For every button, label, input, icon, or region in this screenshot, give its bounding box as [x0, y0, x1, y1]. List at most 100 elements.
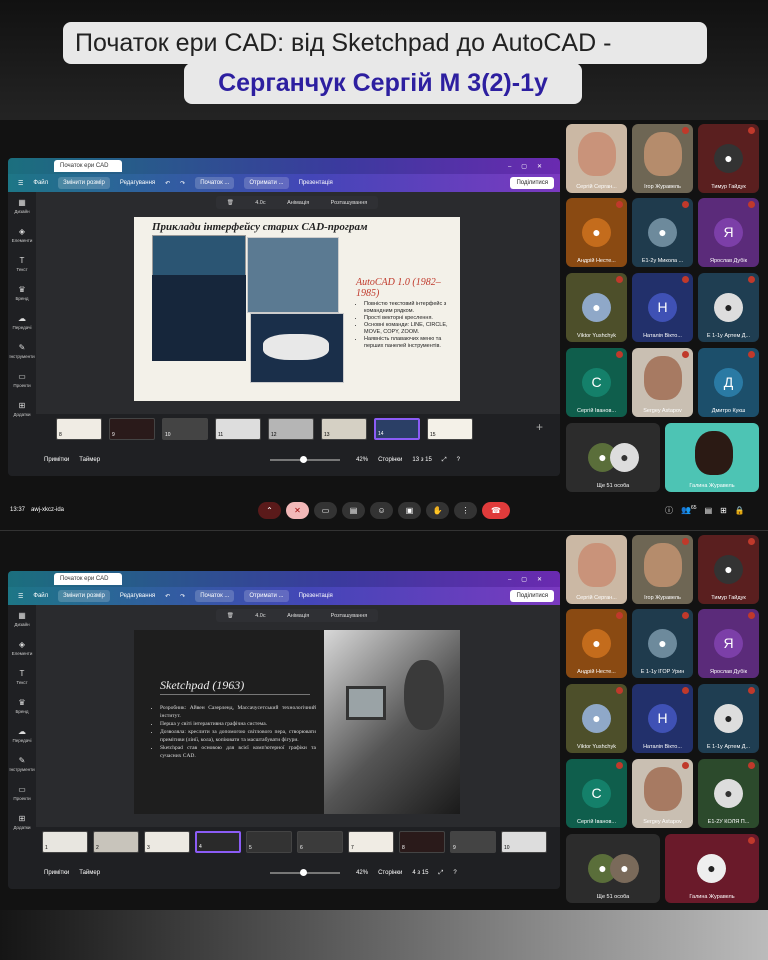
participant-tile[interactable]: Д Дмитро Кукш	[698, 348, 759, 417]
people-icon[interactable]: 👥65	[681, 505, 697, 515]
present-button[interactable]: Презентація	[299, 180, 333, 186]
resize-button[interactable]: Змінити розмір	[58, 590, 110, 602]
window-controls[interactable]: –▢✕	[508, 576, 552, 583]
menu-icon[interactable]: ☰	[18, 593, 23, 600]
participant-tile[interactable]: ● Андрій Несте...	[566, 198, 627, 267]
participant-tile[interactable]: ● Viktor Yushchyk	[566, 273, 627, 342]
participant-tile[interactable]: С Сергій Іванов...	[566, 348, 627, 417]
lock-icon[interactable]: 🔒	[735, 506, 745, 515]
timer-button[interactable]: Таймер	[79, 457, 100, 463]
editor-canvas[interactable]: 🗑 4.0с Анімація Розташування Sketchpad (…	[36, 605, 560, 827]
participant-tile[interactable]: ● Е 1-1у Артем Д...	[698, 684, 759, 753]
edit-menu[interactable]: Редагування	[120, 593, 155, 599]
participant-tile[interactable]: ● Тимур Гайдук	[698, 124, 759, 193]
participant-tile[interactable]: ● Е1-2У КОЛЯ П...	[698, 759, 759, 828]
sidebar-item-tools[interactable]: ✎ Інструменти	[8, 750, 36, 779]
thumbnail[interactable]: 9	[109, 418, 155, 440]
thumbnail[interactable]: 7	[348, 831, 394, 853]
duration[interactable]: 4.0с	[255, 613, 265, 619]
slide[interactable]: Sketchpad (1963) Розробник: Айвен Сазерл…	[134, 630, 460, 814]
trash-icon[interactable]: 🗑	[227, 200, 234, 206]
thumbnail[interactable]: 10	[162, 418, 208, 440]
thumbnail[interactable]: 9	[450, 831, 496, 853]
present-button[interactable]: Презентація	[299, 593, 333, 599]
edit-menu[interactable]: Редагування	[120, 180, 155, 186]
thumbnail[interactable]: 13	[321, 418, 367, 440]
participant-tile[interactable]: Я Ярослав Дубік	[698, 609, 759, 678]
participant-tile[interactable]: Н Наталія Вікто...	[632, 273, 693, 342]
sidebar-item-design[interactable]: ▦ Дизайн	[8, 605, 36, 634]
get-pro-button[interactable]: Отримати ...	[244, 590, 289, 602]
sidebar-item-text[interactable]: T Текст	[8, 250, 36, 279]
participant-tile[interactable]: Н Наталія Вікто...	[632, 684, 693, 753]
participant-tile[interactable]: ● Viktor Yushchyk	[566, 684, 627, 753]
thumbnail[interactable]: 3	[144, 831, 190, 853]
browser-tab[interactable]: Початок ери CAD	[54, 160, 122, 172]
zoom-slider[interactable]	[270, 869, 341, 876]
browser-tab[interactable]: Початок ери CAD	[54, 573, 122, 585]
redo-icon[interactable]: ↷	[180, 180, 185, 187]
file-menu[interactable]: Файл	[33, 180, 48, 186]
thumbnail[interactable]: 8	[399, 831, 445, 853]
thumbnail[interactable]: 12	[268, 418, 314, 440]
help-icon[interactable]: ?	[457, 457, 460, 463]
sidebar-item-elements[interactable]: ◈ Елементи	[8, 221, 36, 250]
fullscreen-icon[interactable]: ⤢	[442, 457, 447, 464]
zoom-handle[interactable]	[300, 869, 308, 876]
more-icon[interactable]: ⋮	[454, 501, 478, 519]
sidebar-item-projects[interactable]: ▭ Проекти	[8, 779, 36, 808]
thumbnail-active[interactable]: 4	[195, 831, 241, 853]
more-participants-tile[interactable]: ● ● Ще 51 особа	[566, 834, 660, 903]
share-button[interactable]: Поділитися	[510, 590, 554, 602]
thumbnail[interactable]: 2	[93, 831, 139, 853]
sidebar-item-uploads[interactable]: ☁ Передачі	[8, 721, 36, 750]
activities-icon[interactable]: ⊞	[720, 506, 727, 515]
doc-title[interactable]: Початок ...	[195, 177, 235, 189]
share-button[interactable]: Поділитися	[510, 177, 554, 189]
slide[interactable]: Приклади інтерфейсу старих CAD-програм A…	[134, 217, 460, 401]
sidebar-item-brand[interactable]: ♛ Бренд	[8, 692, 36, 721]
thumbnail-active[interactable]: 14	[374, 418, 420, 440]
sidebar-item-text[interactable]: T Текст	[8, 663, 36, 692]
participant-tile[interactable]: ● Андрій Несте...	[566, 609, 627, 678]
pages-button[interactable]: Сторінки	[378, 870, 402, 876]
position-button[interactable]: Розташування	[331, 200, 368, 206]
hand-icon[interactable]: ✋	[426, 501, 450, 519]
participant-tile[interactable]: Галина Журавель	[665, 423, 759, 492]
participant-tile[interactable]: Sergey Astapov	[632, 348, 693, 417]
resize-button[interactable]: Змінити розмір	[58, 177, 110, 189]
duration[interactable]: 4.0с	[255, 200, 265, 206]
mic-off-icon[interactable]: ✕	[286, 501, 310, 519]
notes-button[interactable]: Примітки	[44, 457, 69, 463]
notes-button[interactable]: Примітки	[44, 870, 69, 876]
participant-tile[interactable]: ● Е 1-1у ІГОР Урин	[632, 609, 693, 678]
timer-button[interactable]: Таймер	[79, 870, 100, 876]
thumbnail[interactable]: 6	[297, 831, 343, 853]
sidebar-item-elements[interactable]: ◈ Елементи	[8, 634, 36, 663]
undo-icon[interactable]: ↶	[165, 593, 170, 600]
participant-tile[interactable]: Ігор Журавель	[632, 535, 693, 604]
thumbnail[interactable]: 11	[215, 418, 261, 440]
participant-tile[interactable]: Сергій Серган...	[566, 124, 627, 193]
participant-tile[interactable]: ● Е1-2у Микола ...	[632, 198, 693, 267]
thumbnail[interactable]: 5	[246, 831, 292, 853]
zoom-handle[interactable]	[300, 456, 308, 463]
editor-canvas[interactable]: 🗑 4.0с Анімація Розташування Приклади ін…	[36, 192, 560, 414]
sidebar-item-apps[interactable]: ⊞ Додатки	[8, 808, 36, 837]
sidebar-item-projects[interactable]: ▭ Проекти	[8, 366, 36, 395]
sidebar-item-tools[interactable]: ✎ Інструменти	[8, 337, 36, 366]
thumbnail[interactable]: 15	[427, 418, 473, 440]
redo-icon[interactable]: ↷	[180, 593, 185, 600]
participant-tile[interactable]: Сергій Серган...	[566, 535, 627, 604]
participant-tile[interactable]: ● Е 1-1у Артем Д...	[698, 273, 759, 342]
mic-button[interactable]: ⌃	[258, 501, 282, 519]
camera-button[interactable]: ▭	[314, 501, 338, 519]
participant-tile[interactable]: С Сергій Іванов...	[566, 759, 627, 828]
sidebar-item-uploads[interactable]: ☁ Передачі	[8, 308, 36, 337]
emoji-icon[interactable]: ☺	[370, 501, 394, 519]
animation-button[interactable]: Анімація	[287, 200, 309, 206]
sidebar-item-design[interactable]: ▦ Дизайн	[8, 192, 36, 221]
add-page-icon[interactable]: +	[536, 420, 543, 434]
window-controls[interactable]: –▢✕	[508, 163, 552, 170]
position-button[interactable]: Розташування	[331, 613, 368, 619]
